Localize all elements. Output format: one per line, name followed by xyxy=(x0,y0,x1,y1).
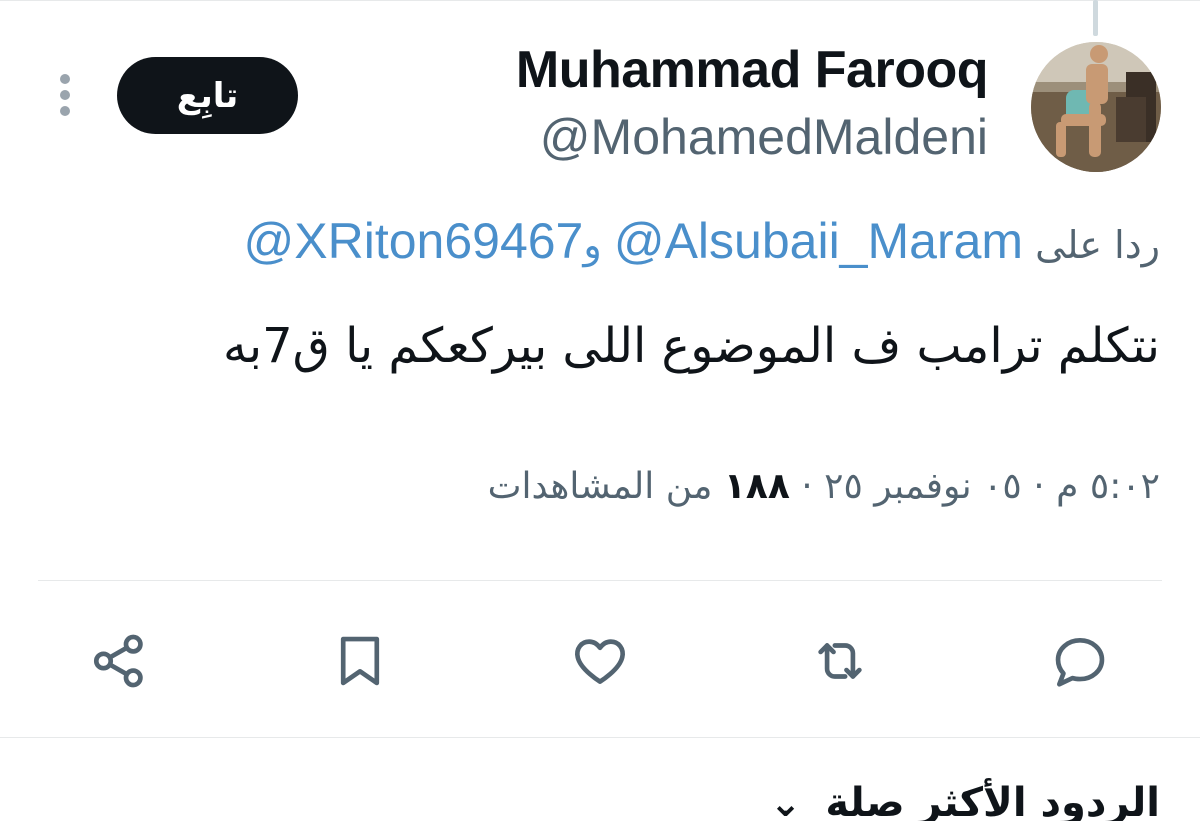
retweet-button[interactable] xyxy=(805,626,875,696)
top-border xyxy=(0,0,1200,4)
thread-connector-line xyxy=(1093,0,1098,36)
reply-button[interactable] xyxy=(1045,626,1115,696)
share-icon xyxy=(93,634,143,688)
more-options-icon[interactable] xyxy=(55,72,75,118)
reply-prefix: ردا على xyxy=(1035,223,1160,267)
tweet-meta: ٥:٠٢ م · ٠٥ نوفمبر ٢٥ · ١٨٨ من المشاهدات xyxy=(488,466,1160,507)
meta-separator: · xyxy=(1033,466,1045,507)
bookmark-icon xyxy=(340,636,380,686)
author-handle[interactable]: @MohamedMaldeni xyxy=(540,108,988,166)
views-count: ١٨٨ xyxy=(723,466,790,507)
tweet-text: نتكلم ترامب ف الموضوع اللى بيركعكم يا ق7… xyxy=(223,318,1160,374)
views-label: من المشاهدات xyxy=(487,466,713,507)
divider xyxy=(0,737,1200,738)
bookmark-button[interactable] xyxy=(325,626,395,696)
replies-sort-label: الردود الأكثر صلة xyxy=(825,780,1160,821)
like-button[interactable] xyxy=(565,626,635,696)
reply-mention-link[interactable]: @XRiton69467 xyxy=(244,213,584,269)
chevron-down-icon: ⌄ xyxy=(769,781,802,821)
share-button[interactable] xyxy=(84,626,154,696)
reply-to-line: ردا على @Alsubaii_Maram و@XRiton69467 xyxy=(244,212,1161,270)
retweet-icon xyxy=(818,643,862,679)
reply-conjunction: و xyxy=(583,223,602,267)
avatar-photo xyxy=(1031,42,1161,172)
heart-icon xyxy=(575,639,625,684)
author-name[interactable]: Muhammad Farooq xyxy=(516,40,989,100)
avatar[interactable] xyxy=(1031,42,1161,172)
follow-button[interactable]: تابِع xyxy=(117,57,298,134)
tweet-time[interactable]: ٥:٠٢ م xyxy=(1056,466,1160,507)
reply-icon xyxy=(1055,638,1105,687)
reply-mention-link[interactable]: @Alsubaii_Maram xyxy=(614,213,1023,269)
replies-sort-selector[interactable]: الردود الأكثر صلة ⌄ xyxy=(770,780,1160,821)
tweet-date[interactable]: ٠٥ نوفمبر ٢٥ xyxy=(824,466,1022,507)
divider xyxy=(38,580,1162,581)
meta-separator: · xyxy=(801,466,813,507)
